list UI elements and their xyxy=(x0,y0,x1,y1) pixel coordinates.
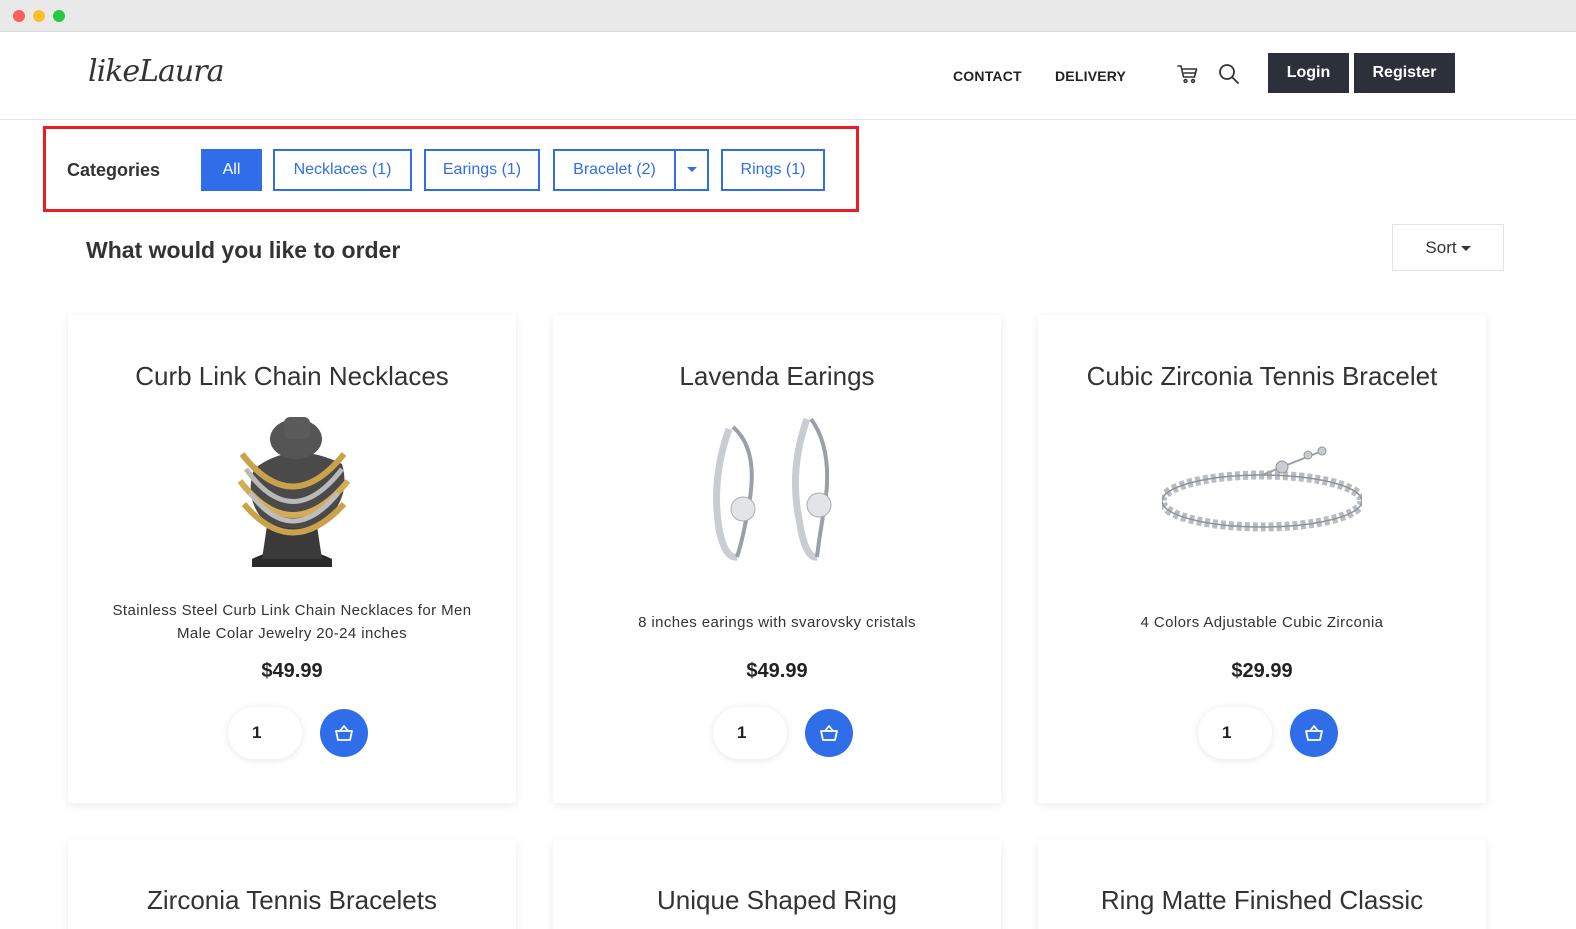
page-title: What would you like to order xyxy=(86,237,401,263)
caret-down-icon xyxy=(686,167,697,173)
category-dropdown-toggle[interactable] xyxy=(674,149,709,191)
product-description: 4 Colors Adjustable Cubic Zirconia xyxy=(1140,614,1384,631)
window-titlebar xyxy=(0,0,1576,32)
category-rings-button[interactable]: Rings (1) xyxy=(721,149,825,191)
product-card: Ring Matte Finished Classic xyxy=(1038,840,1486,929)
product-title[interactable]: Unique Shaped Ring xyxy=(553,885,1001,916)
nav-delivery-link[interactable]: DELIVERY xyxy=(1055,68,1126,84)
basket-icon xyxy=(1305,725,1323,741)
cart-icon[interactable] xyxy=(1176,62,1200,86)
product-title[interactable]: Zirconia Tennis Bracelets xyxy=(68,885,516,916)
product-card: Unique Shaped Ring xyxy=(553,840,1001,929)
minimize-window-button[interactable] xyxy=(33,10,45,22)
product-description: 8 inches earings with svarovsky cristals xyxy=(638,614,916,631)
product-title[interactable]: Ring Matte Finished Classic xyxy=(1038,885,1486,916)
maximize-window-button[interactable] xyxy=(53,10,65,22)
categories-label: Categories xyxy=(67,160,161,180)
login-button[interactable]: Login xyxy=(1268,53,1349,93)
sort-dropdown-button[interactable]: Sort xyxy=(1392,224,1504,271)
quantity-input[interactable] xyxy=(713,707,787,759)
basket-icon xyxy=(335,725,353,741)
product-card: Cubic Zirconia Tennis Bracelet 4 Colors … xyxy=(1038,315,1486,803)
sort-label: Sort xyxy=(1425,237,1457,257)
product-price: $49.99 xyxy=(261,660,323,682)
product-card: Curb Link Chain Necklaces Stainless Stee… xyxy=(68,315,516,803)
quantity-input[interactable] xyxy=(228,707,302,759)
product-card: Lavenda Earings 8 inches earings with sv… xyxy=(553,315,1001,803)
close-window-button[interactable] xyxy=(13,10,25,22)
add-to-basket-button[interactable] xyxy=(1290,709,1338,757)
category-bracelet-button[interactable]: Bracelet (2) xyxy=(553,149,676,191)
product-title[interactable]: Curb Link Chain Necklaces xyxy=(68,361,516,392)
product-price: $49.99 xyxy=(746,660,808,682)
product-description: Stainless Steel Curb Link Chain Necklace… xyxy=(112,602,472,642)
category-earings-button[interactable]: Earings (1) xyxy=(424,149,540,191)
product-price: $29.99 xyxy=(1231,660,1293,682)
caret-down-icon xyxy=(1460,245,1471,251)
product-image-earings[interactable] xyxy=(677,409,877,579)
basket-icon xyxy=(820,725,838,741)
product-card: Zirconia Tennis Bracelets xyxy=(68,840,516,929)
add-to-basket-button[interactable] xyxy=(320,709,368,757)
nav-contact-link[interactable]: CONTACT xyxy=(953,68,1022,84)
product-image-necklaces[interactable] xyxy=(192,409,392,579)
product-image-bracelet[interactable] xyxy=(1157,409,1367,579)
add-to-basket-button[interactable] xyxy=(805,709,853,757)
category-all-button[interactable]: All xyxy=(201,149,262,191)
product-title[interactable]: Lavenda Earings xyxy=(553,361,1001,392)
logo[interactable]: likeLaura xyxy=(88,54,224,89)
site-header: likeLaura CONTACT DELIVERY Login Registe… xyxy=(0,32,1576,120)
quantity-input[interactable] xyxy=(1198,707,1272,759)
category-necklaces-button[interactable]: Necklaces (1) xyxy=(273,149,412,191)
search-icon[interactable] xyxy=(1217,62,1241,86)
product-title[interactable]: Cubic Zirconia Tennis Bracelet xyxy=(1038,361,1486,392)
register-button[interactable]: Register xyxy=(1354,53,1455,93)
